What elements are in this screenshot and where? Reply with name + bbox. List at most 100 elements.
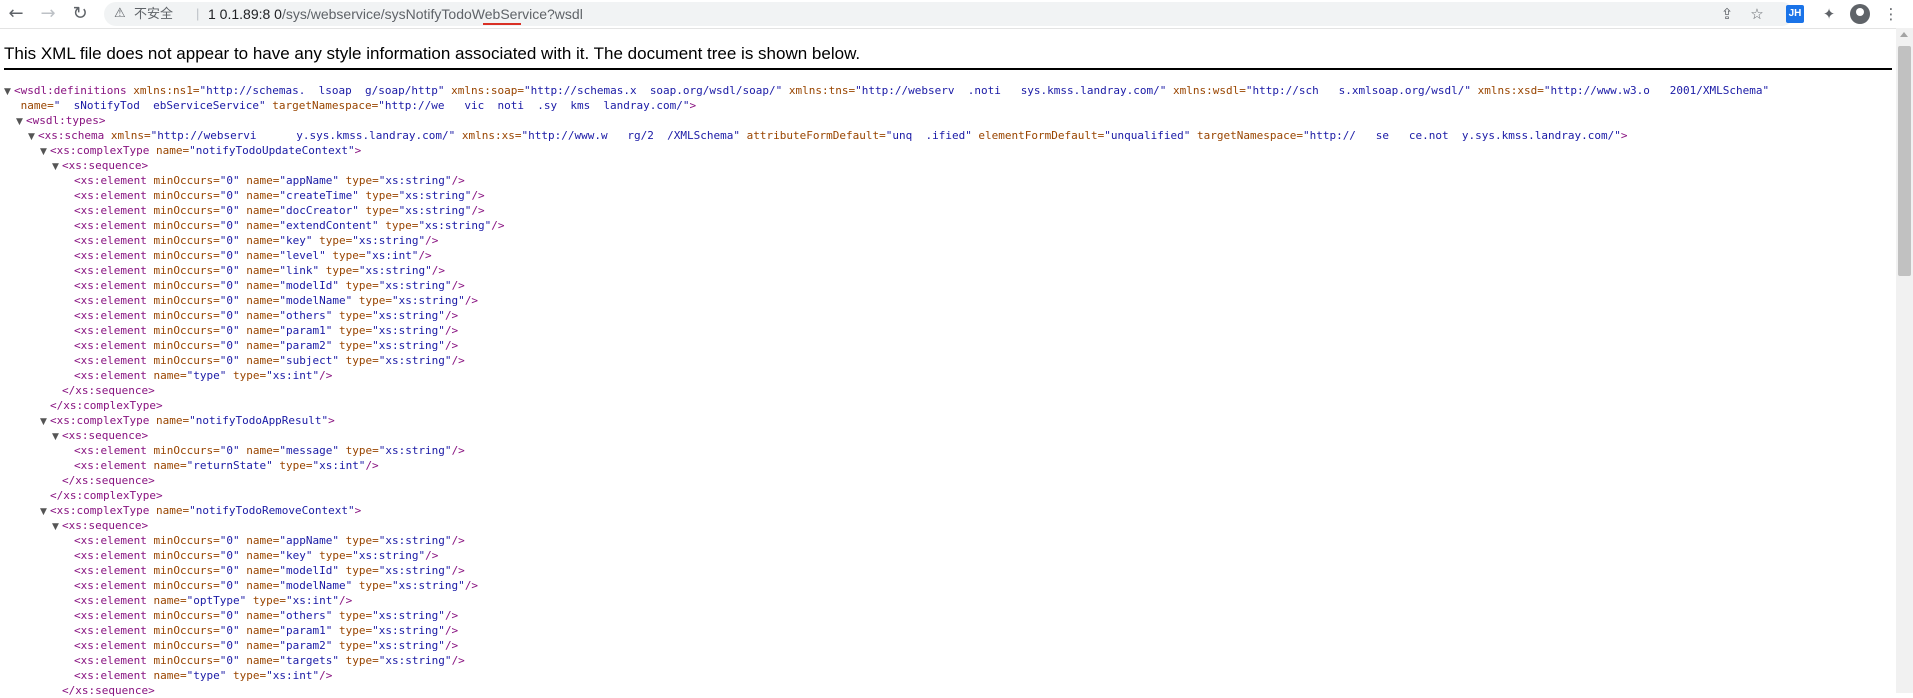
xml-line-text: <xs:element name="returnState" type="xs:… [74, 459, 379, 472]
xml-line-text: <xs:element minOccurs="0" name="appName"… [74, 174, 465, 187]
vertical-scrollbar[interactable] [1896, 28, 1913, 693]
xml-line[interactable]: ▼ <xs:complexType name="notifyTodoRemoveC… [0, 503, 1890, 518]
xml-line: </xs:sequence> [0, 473, 1890, 488]
back-arrow-icon[interactable]: ← [4, 2, 28, 26]
xml-style-banner: This XML file does not appear to have an… [4, 44, 861, 63]
xml-line-text: <xs:element minOccurs="0" name="docCreat… [74, 204, 485, 217]
xml-line-text: <xs:complexType name="notifyTodoRemoveCo… [50, 504, 362, 517]
xml-line[interactable]: ▼ <xs:schema xmlns="http://webservi y.sys… [0, 128, 1890, 143]
xml-line-text: </xs:complexType> [50, 399, 163, 412]
share-icon[interactable]: ⇪ [1716, 3, 1738, 25]
profile-extension-badge[interactable]: JH [1786, 5, 1804, 23]
xml-line-text: </xs:complexType> [50, 489, 163, 502]
xml-line: <xs:element minOccurs="0" name="docCreat… [0, 203, 1890, 218]
xml-line-text: <xs:element minOccurs="0" name="link" ty… [74, 264, 445, 277]
xml-line-text: <xs:element name="type" type="xs:int"/> [74, 369, 333, 382]
address-bar[interactable]: ⚠ 不安全 | 1 0.1.89:8 0/sys/webservice/sysN… [104, 2, 1794, 26]
xml-line: <xs:element minOccurs="0" name="param2" … [0, 638, 1890, 653]
xml-line: <xs:element minOccurs="0" name="link" ty… [0, 263, 1890, 278]
url-text[interactable]: 1 0.1.89:8 0/sys/webservice/sysNotifyTod… [208, 5, 583, 23]
xml-line[interactable]: ▼ <xs:complexType name="notifyTodoAppResu… [0, 413, 1890, 428]
xml-tree: ▼ <wsdl:definitions xmlns:ns1="http://sch… [0, 83, 1890, 698]
xml-line-text: <xs:element minOccurs="0" name="level" t… [74, 249, 432, 262]
scroll-up-arrow-icon[interactable] [1900, 32, 1908, 37]
extensions-puzzle-icon[interactable]: ✦ [1818, 3, 1840, 25]
xml-line: <xs:element minOccurs="0" name="createTi… [0, 188, 1890, 203]
xml-line: </xs:sequence> [0, 683, 1890, 698]
xml-line: </xs:sequence> [0, 383, 1890, 398]
xml-line-text: <xs:element minOccurs="0" name="modelNam… [74, 579, 479, 592]
xml-line-text: <xs:element minOccurs="0" name="param2" … [74, 639, 459, 652]
menu-kebab-icon[interactable]: ⋮ [1880, 3, 1902, 25]
avatar[interactable] [1850, 4, 1870, 24]
xml-line-text: <xs:complexType name="notifyTodoUpdateCo… [50, 144, 362, 157]
xml-line: <xs:element minOccurs="0" name="modelId"… [0, 278, 1890, 293]
xml-line-text: <xs:element name="type" type="xs:int"/> [74, 669, 333, 682]
xml-line: <xs:element minOccurs="0" name="others" … [0, 608, 1890, 623]
browser-toolbar: ← → ↻ ⚠ 不安全 | 1 0.1.89:8 0/sys/webservic… [0, 0, 1913, 29]
xml-line: <xs:element minOccurs="0" name="others" … [0, 308, 1890, 323]
xml-line: </xs:complexType> [0, 398, 1890, 413]
xml-line: <xs:element minOccurs="0" name="extendCo… [0, 218, 1890, 233]
bookmark-star-icon[interactable]: ☆ [1746, 3, 1768, 25]
xml-line-text: <wsdl:definitions xmlns:ns1="http://sche… [14, 84, 1770, 97]
xml-line-text: <xs:element minOccurs="0" name="appName"… [74, 534, 465, 547]
xml-line: <xs:element minOccurs="0" name="param1" … [0, 323, 1890, 338]
xml-line: <xs:element minOccurs="0" name="level" t… [0, 248, 1890, 263]
xml-line-text: <xs:element minOccurs="0" name="message"… [74, 444, 465, 457]
xml-line: <xs:element name="type" type="xs:int"/> [0, 668, 1890, 683]
xml-line-text: <wsdl:types> [26, 114, 106, 127]
xml-line: <xs:element minOccurs="0" name="modelId"… [0, 563, 1890, 578]
xml-line-text: </xs:sequence> [62, 684, 155, 697]
xml-line-text: <xs:element minOccurs="0" name="subject"… [74, 354, 465, 367]
xml-line-text: <xs:element minOccurs="0" name="targets"… [74, 654, 465, 667]
xml-line[interactable]: ▼ <xs:sequence> [0, 428, 1890, 443]
xml-line: <xs:element minOccurs="0" name="appName"… [0, 173, 1890, 188]
xml-line[interactable]: ▼ <wsdl:types> [0, 113, 1890, 128]
xml-line: <xs:element minOccurs="0" name="key" typ… [0, 548, 1890, 563]
xml-line-text: <xs:element minOccurs="0" name="key" typ… [74, 549, 439, 562]
xml-line: <xs:element minOccurs="0" name="param2" … [0, 338, 1890, 353]
xml-line: <xs:element name="optType" type="xs:int"… [0, 593, 1890, 608]
xml-line-text: </xs:sequence> [62, 474, 155, 487]
xml-line[interactable]: ▼ <xs:sequence> [0, 158, 1890, 173]
xml-line-text: <xs:complexType name="notifyTodoAppResul… [50, 414, 335, 427]
xml-line[interactable]: ▼ <xs:sequence> [0, 518, 1890, 533]
url-path: /sys/webservice/sysNotifyTodoWebService?… [281, 6, 583, 22]
xml-line: <xs:element minOccurs="0" name="subject"… [0, 353, 1890, 368]
xml-line-text: </xs:sequence> [62, 384, 155, 397]
xml-line-text: <xs:schema xmlns="http://webservi y.sys.… [38, 129, 1628, 142]
xml-line: <xs:element minOccurs="0" name="modelNam… [0, 293, 1890, 308]
xml-line: </xs:complexType> [0, 488, 1890, 503]
xml-line-text: <xs:element name="optType" type="xs:int"… [74, 594, 353, 607]
xml-line[interactable]: ▼ <xs:complexType name="notifyTodoUpdateC… [0, 143, 1890, 158]
xml-line-text: <xs:sequence> [62, 519, 149, 532]
xml-line-text: <xs:element minOccurs="0" name="param1" … [74, 624, 459, 637]
xml-line-text: <xs:element minOccurs="0" name="others" … [74, 309, 459, 322]
xml-line-text: <xs:element minOccurs="0" name="modelId"… [74, 564, 465, 577]
warning-triangle-icon[interactable]: ⚠ [114, 5, 130, 23]
xml-line: <xs:element minOccurs="0" name="targets"… [0, 653, 1890, 668]
forward-arrow-icon[interactable]: → [36, 2, 60, 26]
scrollbar-thumb[interactable] [1898, 46, 1911, 276]
xml-line-text: <xs:element minOccurs="0" name="key" typ… [74, 234, 439, 247]
xml-line: <xs:element minOccurs="0" name="key" typ… [0, 233, 1890, 248]
xml-line: <xs:element minOccurs="0" name="param1" … [0, 623, 1890, 638]
xml-line-text: <xs:element minOccurs="0" name="param2" … [74, 339, 459, 352]
xml-line: <xs:element minOccurs="0" name="appName"… [0, 533, 1890, 548]
reload-icon[interactable]: ↻ [68, 2, 92, 26]
xml-line-text: <xs:element minOccurs="0" name="modelId"… [74, 279, 465, 292]
url-host: 1 0.1.89:8 0 [208, 6, 282, 22]
xml-line: <xs:element minOccurs="0" name="modelNam… [0, 578, 1890, 593]
xml-line-text: <xs:element minOccurs="0" name="param1" … [74, 324, 459, 337]
xml-line: <xs:element minOccurs="0" name="message"… [0, 443, 1890, 458]
xml-line-text: <xs:element minOccurs="0" name="extendCo… [74, 219, 505, 232]
address-separator: | [196, 6, 200, 21]
xml-line-text: <xs:sequence> [62, 429, 149, 442]
xml-line: <xs:element name="returnState" type="xs:… [0, 458, 1890, 473]
url-underline-annotation [483, 23, 521, 25]
xml-line[interactable]: ▼ <wsdl:definitions xmlns:ns1="http://sch… [0, 83, 1890, 98]
xml-line: name=" sNotifyTod ebServiceService" targ… [0, 98, 1890, 113]
xml-line-text: <xs:element minOccurs="0" name="others" … [74, 609, 459, 622]
security-label[interactable]: 不安全 [134, 6, 173, 22]
